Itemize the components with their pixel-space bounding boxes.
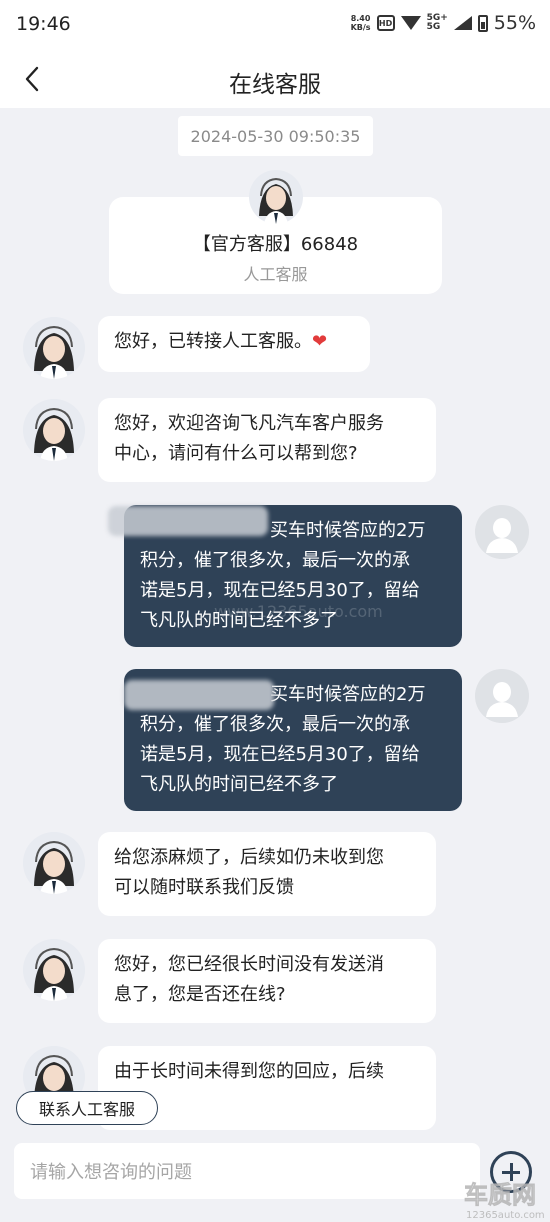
- agent-message: 您好，您已经很长时间没有发送消 息了，您是否还在线?: [98, 939, 436, 1023]
- battery-percent: 55%: [493, 12, 536, 34]
- contact-agent-button[interactable]: 联系人工客服: [16, 1091, 158, 1125]
- agent-avatar: [249, 170, 303, 224]
- agent-avatar: [23, 399, 85, 461]
- net-speed: 8.40 KB/s: [350, 14, 371, 32]
- network-type: 5G+ 5G: [426, 13, 448, 32]
- heart-icon: ❤: [312, 331, 328, 352]
- redacted-text: [108, 506, 268, 536]
- agent-avatar: [23, 832, 85, 894]
- user-avatar: [475, 505, 529, 559]
- watermark: www.12365auto.com: [214, 602, 383, 621]
- chat-timestamp: 2024-05-30 09:50:35: [178, 116, 373, 156]
- status-bar: 19:46 8.40 KB/s HD 5G+ 5G 55%: [0, 0, 550, 52]
- agent-role: 人工客服: [243, 265, 308, 284]
- hd-signal-icon: HD: [376, 15, 395, 31]
- status-time: 19:46: [16, 13, 71, 35]
- site-logo-watermark: 车质网 12365auto.com: [464, 1181, 545, 1221]
- page-title: 在线客服: [229, 72, 321, 98]
- question-input[interactable]: 请输入想咨询的问题: [14, 1143, 480, 1199]
- user-avatar: [475, 669, 529, 723]
- redacted-text: [124, 680, 274, 710]
- agent-message: 您好，已转接人工客服。❤: [98, 316, 370, 372]
- agent-message: 给您添麻烦了，后续如仍未收到您 可以随时联系我们反馈: [98, 832, 436, 916]
- app-header: 在线客服: [0, 52, 550, 108]
- battery-icon: [477, 14, 488, 32]
- status-icons: 8.40 KB/s HD 5G+ 5G 55%: [351, 12, 536, 34]
- agent-avatar: [23, 317, 85, 379]
- agent-name: 【官方客服】66848: [192, 234, 359, 255]
- cell-signal-icon: [453, 16, 472, 30]
- agent-avatar: [23, 939, 85, 1001]
- agent-message: 您好，欢迎咨询飞凡汽车客户服务 中心，请问有什么可以帮到您?: [98, 398, 436, 482]
- svg-text:12365auto.com: 12365auto.com: [466, 1210, 545, 1221]
- chat-area[interactable]: 2024-05-30 09:50:35 【官方客服】66848 人工客服 您好，…: [0, 108, 550, 1135]
- wifi-icon: [400, 16, 421, 30]
- svg-text:车质网: 车质网: [464, 1181, 536, 1209]
